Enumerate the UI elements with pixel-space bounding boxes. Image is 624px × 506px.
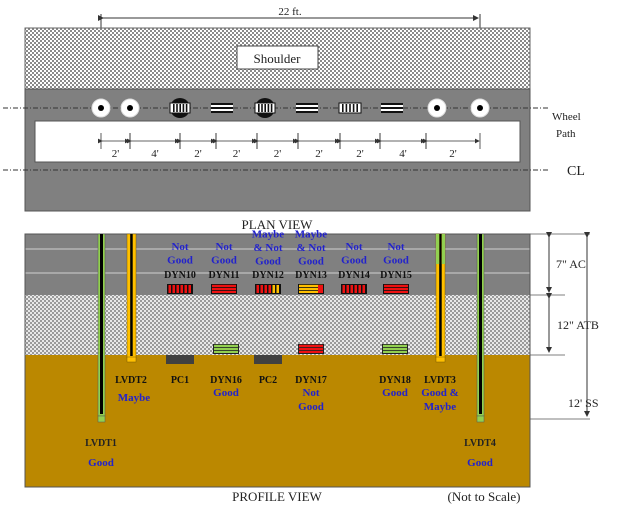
shoulder-label: Shoulder — [254, 51, 302, 66]
profile-view-title: PROFILE VIEW — [232, 489, 322, 504]
gauge-dyn12: Maybe& Not Good DYN12 — [252, 229, 285, 294]
sensor-status: Good — [213, 387, 239, 399]
gauge-status: Good — [383, 255, 409, 267]
ss-layer-label: 12' SS — [568, 396, 599, 410]
gauge-dyn13: Maybe& Not Good DYN13 — [295, 229, 328, 294]
sensor-status: Good — [467, 457, 493, 469]
gauge-status: & Not — [253, 242, 282, 254]
sensor-id: LVDT4 — [464, 438, 496, 449]
spacing-label: 2' — [315, 148, 323, 160]
pavement-instrumentation-diagram: 22 ft. Shoulder Wheel Path CL 2' 4' 2' 2' 2'… — [3, 6, 599, 504]
gauge-status: Not — [387, 241, 404, 253]
spacing-label: 2' — [233, 148, 241, 160]
gauge-status: Good — [255, 256, 281, 268]
spacing-label: 2' — [194, 148, 202, 160]
sensor-id: PC1 — [171, 375, 189, 386]
sensor-status: Good — [298, 401, 324, 413]
sensor-id: LVDT3 — [424, 375, 456, 386]
spacing-label: 4' — [399, 148, 407, 160]
plan-sensor-lvdt — [91, 98, 111, 118]
gauge-id: DYN10 — [164, 270, 196, 281]
gauge-status: & Not — [296, 242, 325, 254]
sensor-status: Maybe — [424, 401, 457, 413]
sensor-id: LVDT2 — [115, 375, 147, 386]
atb-layer-label: 12" ATB — [557, 318, 599, 332]
gauge-status: Good — [341, 255, 367, 267]
sensor-status: Maybe — [118, 392, 151, 404]
plan-sensor-lvdt — [470, 98, 490, 118]
gauge-status: Good — [167, 255, 193, 267]
gauge-status: Good — [298, 256, 324, 268]
ac-layer-label: 7" AC — [556, 257, 586, 271]
wheel-path-label-1: Wheel — [552, 111, 581, 123]
plan-sensor-dyn-longitudinal — [211, 103, 233, 113]
plan-sensor-dyn-longitudinal — [381, 103, 403, 113]
gauge-status: Good — [211, 255, 237, 267]
spacing-label: 2' — [356, 148, 364, 160]
gauge-id: DYN14 — [338, 270, 370, 281]
plan-sensor-lvdt — [427, 98, 447, 118]
gauge-id: DYN13 — [295, 270, 327, 281]
plan-sensor-dyn-longitudinal — [296, 103, 318, 113]
overall-dimension-label: 22 ft. — [278, 6, 301, 18]
sensor-id: PC2 — [259, 375, 277, 386]
gauge-id: DYN11 — [208, 270, 239, 281]
gauge-status: Not — [171, 241, 188, 253]
gauge-id: DYN12 — [252, 270, 284, 281]
sensor-id: LVDT1 — [85, 438, 117, 449]
sensor-id: DYN17 — [295, 375, 327, 386]
spacing-label: 2' — [449, 148, 457, 160]
scale-note: (Not to Scale) — [448, 489, 521, 504]
wheel-path-label-2: Path — [556, 128, 576, 140]
gauge-status: Not — [215, 241, 232, 253]
gauge-status: Maybe — [252, 229, 285, 241]
gauge-status: Not — [345, 241, 362, 253]
plan-sensor-pressure-cell — [254, 98, 276, 118]
sensor-id: DYN16 — [210, 375, 242, 386]
plan-sensor-pressure-cell — [169, 98, 191, 118]
profile-view: 7" AC 12" ATB 12' SS LVDT1 Good LVDT4 Good N… — [24, 229, 599, 504]
spacing-label: 4' — [151, 148, 159, 160]
plan-view: 22 ft. Shoulder Wheel Path CL 2' 4' 2' 2' 2'… — [3, 6, 585, 232]
sensor-status: Not — [302, 387, 319, 399]
plan-sensor-lvdt — [120, 98, 140, 118]
sensor-status: Good — [88, 457, 114, 469]
spacing-label: 2' — [274, 148, 282, 160]
plan-sensor-dyn-transverse — [338, 102, 362, 114]
sensor-id: DYN18 — [379, 375, 411, 386]
centerline-label: CL — [567, 164, 585, 179]
sensor-status: Good & — [421, 387, 459, 399]
gauge-id: DYN15 — [380, 270, 412, 281]
gauge-status: Maybe — [295, 229, 328, 241]
spacing-label: 2' — [112, 148, 120, 160]
sensor-status: Good — [382, 387, 408, 399]
